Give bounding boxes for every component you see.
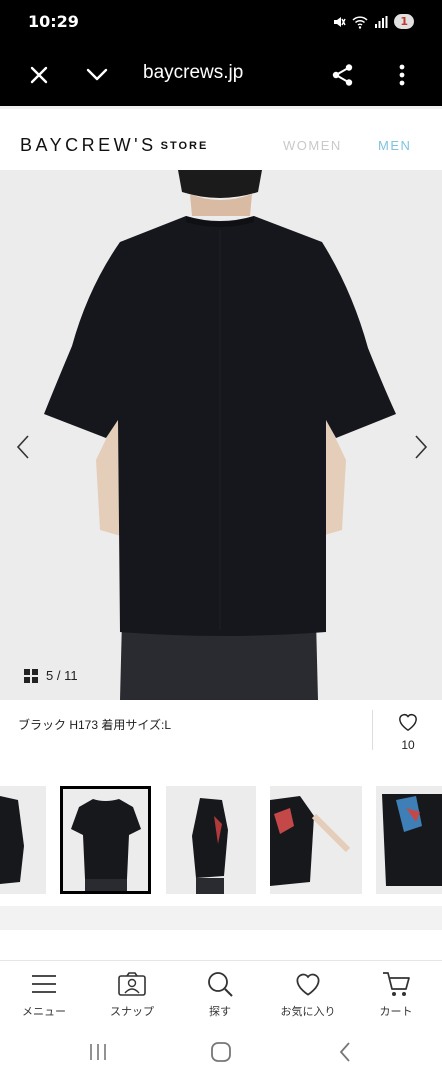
signal-icon (375, 15, 388, 28)
bottom-tab-bar: メニュー スナップ 探す お気に入り カート (0, 960, 442, 1024)
thumbnail-4[interactable] (0, 786, 46, 894)
share-icon (332, 64, 353, 86)
tab-search[interactable]: 探す (180, 969, 260, 1019)
logo-text: BAYCREW'S (20, 135, 157, 155)
tab-search-label: 探す (209, 1006, 231, 1018)
menu-icon (32, 975, 56, 993)
recent-apps-icon (90, 1044, 106, 1060)
url-text[interactable]: baycrews.jp (143, 62, 243, 84)
screen: 10:29 1 baycrews.jp BAYCREW'S STORE WOMEN… (0, 0, 442, 1080)
system-navigation-bar (0, 1024, 442, 1080)
thumbnail-7[interactable] (270, 786, 362, 894)
recent-apps-button[interactable] (83, 1038, 113, 1066)
tab-cart[interactable]: カート (356, 969, 436, 1019)
image-caption: ブラック H173 着用サイズ:L (18, 718, 172, 732)
logo-store-text: STORE (160, 140, 209, 152)
thumbnail-5[interactable] (60, 786, 151, 894)
home-icon (211, 1042, 231, 1062)
favorite-button[interactable]: 10 (372, 710, 442, 752)
thumbnail-strip (0, 786, 442, 894)
tab-favorites[interactable]: お気に入り (268, 969, 348, 1019)
next-image-arrow[interactable] (408, 432, 432, 462)
thumbnail-6[interactable] (166, 786, 256, 894)
snap-icon (118, 972, 146, 996)
tab-menu-label: メニュー (22, 1006, 66, 1018)
prev-image-arrow[interactable] (12, 432, 36, 462)
section-divider (0, 906, 442, 930)
tab-cart-label: カート (379, 1006, 413, 1018)
image-counter-text: 5 / 11 (46, 668, 78, 683)
tab-favorites-label: お気に入り (280, 1006, 336, 1018)
nav-men-link[interactable]: MEN (378, 138, 411, 153)
heart-icon (399, 714, 417, 732)
status-bar: 10:29 1 (0, 0, 442, 44)
nav-women-link[interactable]: WOMEN (283, 138, 342, 153)
close-tab-button[interactable] (22, 58, 56, 92)
chevron-down-icon (86, 68, 108, 81)
back-button[interactable] (330, 1038, 360, 1066)
home-button[interactable] (206, 1038, 236, 1066)
product-image-gallery[interactable]: 5 / 11 (0, 170, 442, 700)
minimize-button[interactable] (80, 58, 114, 92)
thumbnail-8[interactable] (376, 786, 442, 894)
share-button[interactable] (326, 58, 360, 92)
favorite-count: 10 (401, 738, 415, 752)
wifi-icon (352, 15, 368, 29)
tab-snap-label: スナップ (110, 1006, 154, 1018)
back-icon (339, 1042, 350, 1062)
product-photo (0, 170, 442, 700)
grid-icon (24, 668, 38, 683)
more-vertical-icon (399, 64, 405, 86)
mute-icon (334, 16, 346, 27)
site-logo[interactable]: BAYCREW'S STORE (20, 135, 208, 156)
status-time: 10:29 (28, 12, 79, 31)
battery-indicator: 1 (394, 14, 414, 29)
site-header: BAYCREW'S STORE WOMEN MEN (0, 106, 442, 172)
more-options-button[interactable] (385, 58, 419, 92)
tab-menu[interactable]: メニュー (4, 969, 84, 1019)
browser-toolbar: baycrews.jp (0, 44, 442, 106)
tab-snap[interactable]: スナップ (92, 969, 172, 1019)
cart-icon (383, 972, 410, 996)
heart-icon (296, 973, 320, 996)
image-counter[interactable]: 5 / 11 (24, 668, 78, 683)
status-icons: 1 (332, 14, 414, 29)
search-icon (208, 972, 233, 997)
close-icon (30, 66, 48, 84)
